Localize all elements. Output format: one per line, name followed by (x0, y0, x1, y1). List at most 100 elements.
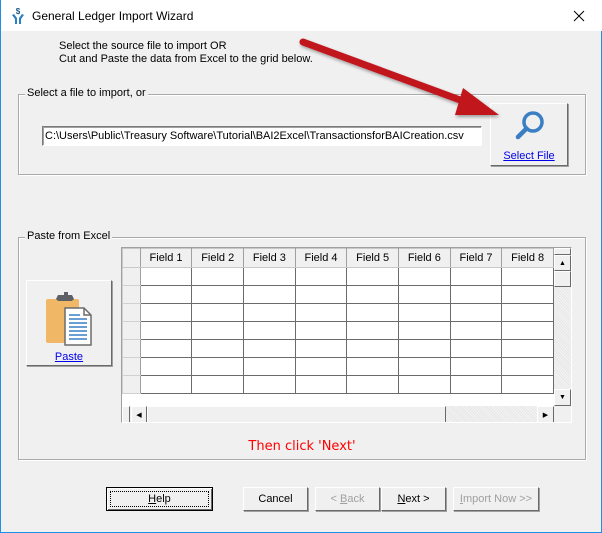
grid-cell[interactable] (294, 321, 348, 340)
horizontal-scroll-thumb[interactable] (147, 406, 446, 422)
grid-cell[interactable] (191, 375, 245, 394)
grid-cell[interactable] (346, 321, 399, 340)
grid-cell[interactable] (139, 339, 193, 358)
grid-cell[interactable] (398, 321, 451, 340)
grid-column-header[interactable]: Field 6 (398, 248, 451, 268)
grid-row (122, 285, 554, 304)
grid-cell[interactable] (398, 357, 451, 376)
grid-cell[interactable] (294, 303, 348, 322)
grid-cell[interactable] (346, 267, 399, 286)
grid-cell[interactable] (501, 321, 554, 340)
import-now-button[interactable]: Import Now >> (453, 487, 539, 511)
row-header[interactable] (122, 339, 141, 358)
scroll-left-edge[interactable] (122, 406, 130, 422)
grid-cell[interactable] (294, 375, 348, 394)
grid-cell[interactable] (191, 321, 245, 340)
grid-cell[interactable] (139, 303, 193, 322)
back-button[interactable]: < Back (315, 487, 380, 511)
grid-cell[interactable] (449, 357, 503, 376)
help-button[interactable]: Help (106, 487, 213, 511)
row-header[interactable] (122, 357, 141, 376)
grid-cell[interactable] (139, 285, 193, 304)
row-header[interactable] (122, 267, 141, 286)
grid-column-header[interactable]: Field 7 (449, 248, 503, 268)
grid-cell[interactable] (501, 339, 554, 358)
grid-cell[interactable] (243, 267, 296, 286)
grid-column-header[interactable]: Field 1 (139, 248, 193, 268)
grid-column-header[interactable]: Field 2 (191, 248, 245, 268)
next-label: Next > (397, 493, 430, 505)
grid-cell[interactable] (449, 321, 503, 340)
grid-cell[interactable] (139, 375, 193, 394)
grid-cell[interactable] (501, 375, 554, 394)
grid-cell[interactable] (398, 339, 451, 358)
grid-cell[interactable] (398, 285, 451, 304)
grid-cell[interactable] (243, 321, 296, 340)
cancel-button[interactable]: Cancel (243, 487, 308, 511)
paste-button[interactable]: Paste (26, 280, 112, 366)
grid-cell[interactable] (191, 285, 245, 304)
grid-column-header[interactable]: Field 3 (243, 248, 296, 268)
file-path-input[interactable]: C:\Users\Public\Treasury Software\Tutori… (42, 126, 482, 146)
select-file-button[interactable]: Select File (490, 103, 568, 166)
paste-grid[interactable]: Field 1 Field 2 Field 3 Field 4 Field 5 Field… (121, 247, 572, 423)
grid-cell[interactable] (346, 339, 399, 358)
grid-cell[interactable] (449, 303, 503, 322)
grid-cell[interactable] (501, 285, 554, 304)
horizontal-scrollbar[interactable]: ◀ ▶ (122, 406, 554, 422)
instruction-line-1: Select the source file to import OR (59, 40, 227, 52)
row-header[interactable] (122, 375, 141, 394)
grid-cell[interactable] (449, 267, 503, 286)
grid-cell[interactable] (398, 267, 451, 286)
grid-cell[interactable] (191, 357, 245, 376)
svg-text:$: $ (16, 7, 21, 16)
grid-cell[interactable] (294, 285, 348, 304)
scroll-up-arrow[interactable]: ▲ (554, 255, 571, 271)
close-button[interactable] (556, 0, 602, 31)
scroll-down-arrow[interactable]: ▼ (554, 389, 571, 406)
grid-cell[interactable] (243, 357, 296, 376)
grid-cell[interactable] (346, 357, 399, 376)
scroll-right-arrow[interactable]: ▶ (537, 406, 554, 422)
scroll-up-button[interactable] (554, 248, 571, 255)
grid-cell[interactable] (243, 285, 296, 304)
grid-cell[interactable] (294, 357, 348, 376)
title-bar: $ General Ledger Import Wizard (1, 0, 602, 31)
grid-cell[interactable] (243, 339, 296, 358)
grid-cell[interactable] (294, 339, 348, 358)
vertical-scroll-thumb[interactable] (554, 271, 571, 287)
scroll-left-arrow[interactable]: ◀ (131, 406, 147, 422)
row-header[interactable] (122, 321, 141, 340)
grid-cell[interactable] (398, 303, 451, 322)
grid-cell[interactable] (243, 375, 296, 394)
grid-cell[interactable] (398, 375, 451, 394)
grid-row (122, 357, 554, 376)
grid-cell[interactable] (449, 339, 503, 358)
grid-column-header[interactable]: Field 8 (501, 248, 554, 268)
grid-cell[interactable] (501, 303, 554, 322)
vertical-scrollbar[interactable]: ▲ ▼ (554, 248, 571, 406)
grid-cell[interactable] (346, 285, 399, 304)
row-header[interactable] (122, 303, 141, 322)
grid-cell[interactable] (191, 303, 245, 322)
grid-cell[interactable] (449, 375, 503, 394)
grid-cell[interactable] (139, 321, 193, 340)
money-hands-icon: $ (12, 7, 24, 24)
cancel-label: Cancel (258, 493, 293, 505)
grid-column-header[interactable]: Field 4 (294, 248, 348, 268)
grid-cell[interactable] (139, 357, 193, 376)
grid-cell[interactable] (346, 375, 399, 394)
grid-cell[interactable] (139, 267, 193, 286)
grid-cell[interactable] (243, 303, 296, 322)
grid-cell[interactable] (191, 267, 245, 286)
grid-cell[interactable] (501, 357, 554, 376)
grid-cell[interactable] (191, 339, 245, 358)
next-button[interactable]: Next > (381, 487, 446, 511)
grid-cell[interactable] (346, 303, 399, 322)
grid-corner (122, 248, 141, 268)
grid-cell[interactable] (449, 285, 503, 304)
grid-cell[interactable] (501, 267, 554, 286)
grid-cell[interactable] (294, 267, 348, 286)
row-header[interactable] (122, 285, 141, 304)
grid-column-header[interactable]: Field 5 (346, 248, 399, 268)
